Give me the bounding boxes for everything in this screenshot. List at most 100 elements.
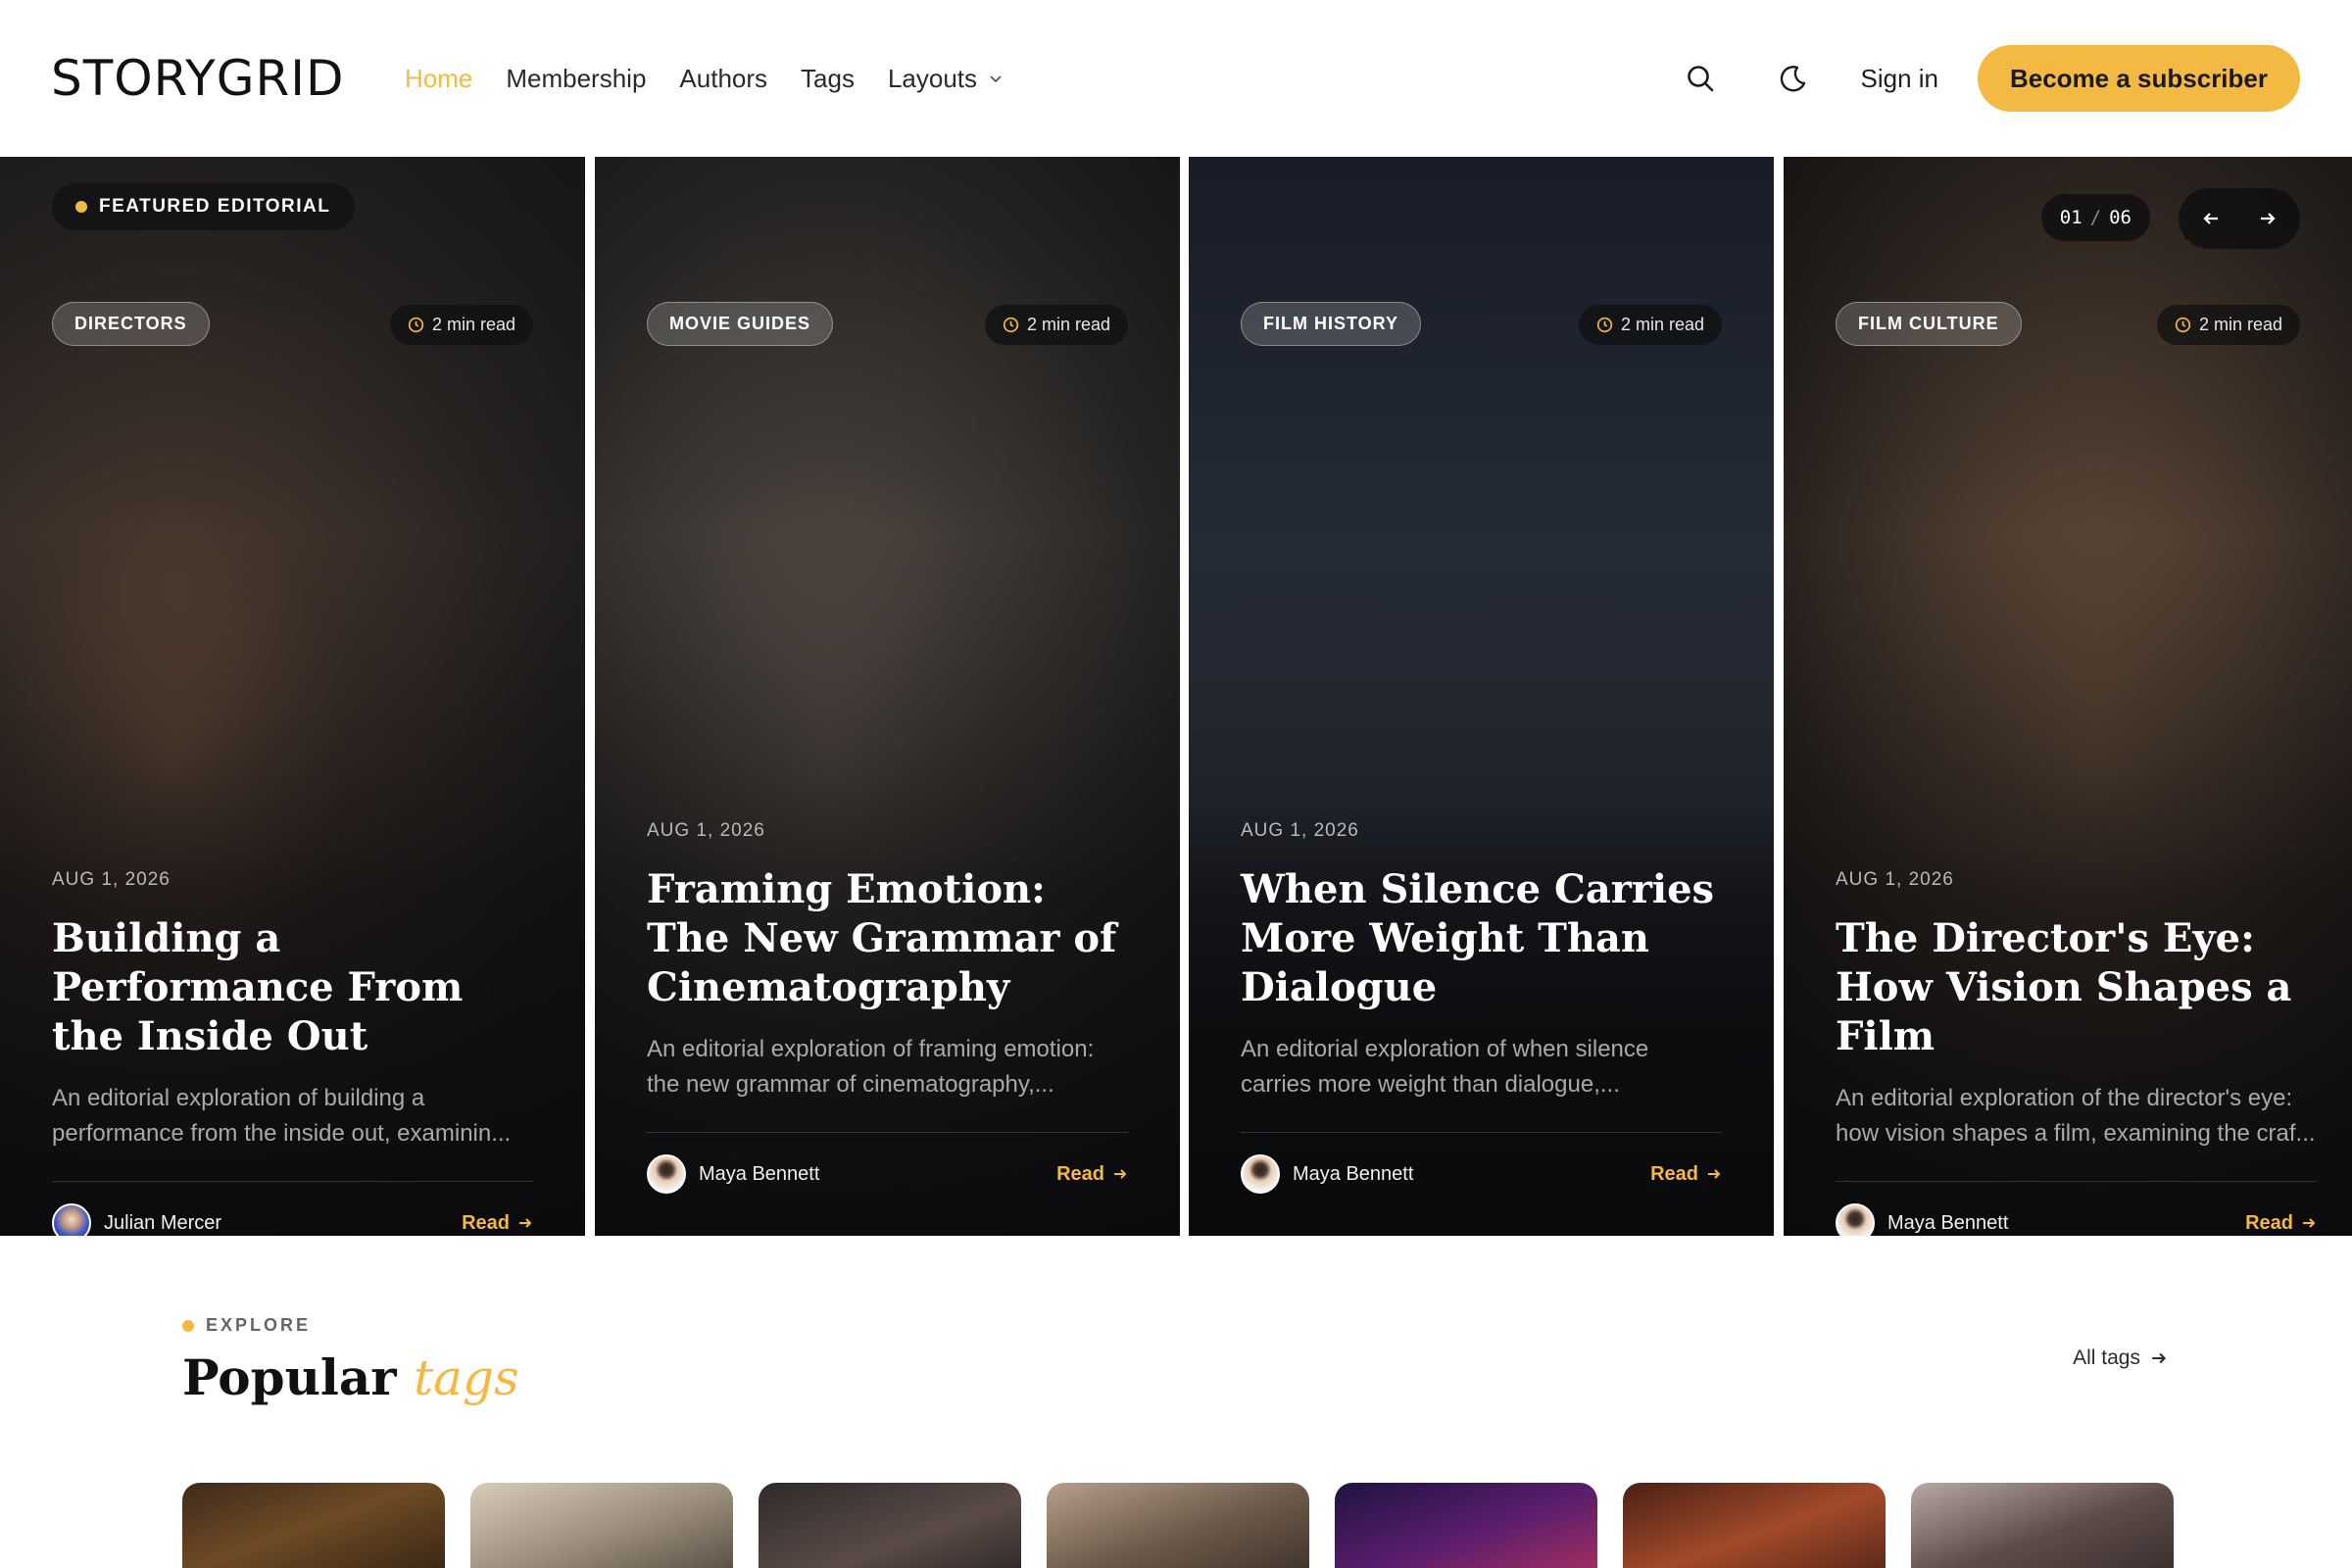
avatar: [1836, 1203, 1875, 1236]
carousel-next-button[interactable]: [2242, 193, 2293, 244]
article-card[interactable]: MOVIE GUIDES 2 min read AUG 1, 2026 Fram…: [595, 157, 1180, 1236]
card-excerpt: An editorial exploration of building a p…: [52, 1085, 512, 1147]
card-title[interactable]: Framing Emotion: The New Grammar of Cine…: [647, 865, 1128, 1012]
tag-card[interactable]: [1911, 1483, 2174, 1568]
card-date: AUG 1, 2026: [1836, 869, 1954, 890]
section-title-main: Popular: [182, 1348, 397, 1406]
nav-layouts-label: Layouts: [887, 64, 978, 93]
card-byline: Maya Bennett Read: [1836, 1201, 2317, 1236]
nav-layouts[interactable]: Layouts: [888, 61, 1003, 96]
read-time-label: 2 min read: [1026, 315, 1110, 334]
read-link-label: Read: [1056, 1162, 1104, 1185]
dot-icon: [182, 1319, 194, 1332]
featured-badge-label: FEATURED EDITORIAL: [99, 196, 331, 217]
card-title[interactable]: When Silence Carries More Weight Than Di…: [1241, 865, 1722, 1012]
author[interactable]: Maya Bennett: [647, 1154, 819, 1194]
dot-icon: [75, 201, 87, 213]
nav-tags[interactable]: Tags: [801, 61, 855, 96]
search-button[interactable]: [1677, 55, 1724, 102]
category-chip[interactable]: DIRECTORS: [52, 302, 210, 346]
article-card[interactable]: FEATURED EDITORIAL DIRECTORS 2 min read …: [0, 157, 585, 1236]
nav-home[interactable]: Home: [405, 61, 472, 96]
arrow-right-icon: [2152, 1352, 2167, 1364]
featured-badge: FEATURED EDITORIAL: [52, 183, 356, 230]
read-link[interactable]: Read: [1056, 1163, 1128, 1186]
search-icon: [1688, 66, 1714, 92]
slide-total: 06: [2109, 207, 2132, 228]
read-time-label: 2 min read: [1620, 315, 1704, 334]
card-title[interactable]: The Director's Eye: How Vision Shapes a …: [1836, 914, 2317, 1061]
divider: [647, 1132, 1128, 1133]
avatar: [1241, 1154, 1280, 1194]
main-nav: Home Membership Authors Tags Layouts: [405, 61, 1003, 96]
moon-icon: [1781, 66, 1806, 92]
author-name: Maya Bennett: [699, 1162, 820, 1185]
card-body: AUG 1, 2026 When Silence Carries More We…: [1241, 820, 1722, 1196]
slide-current: 01: [2059, 207, 2082, 228]
category-chip[interactable]: FILM CULTURE: [1836, 302, 2022, 346]
arrow-left-icon: [2203, 213, 2218, 224]
card-body: AUG 1, 2026 The Director's Eye: How Visi…: [1836, 869, 2317, 1236]
subscribe-button[interactable]: Become a subscriber: [1977, 45, 2300, 112]
slide-counter: 01 / 06: [2040, 194, 2150, 241]
read-link[interactable]: Read: [2245, 1212, 2317, 1235]
featured-carousel: FEATURED EDITORIAL DIRECTORS 2 min read …: [0, 157, 2352, 1236]
divider: [52, 1181, 533, 1182]
nav-membership[interactable]: Membership: [506, 61, 646, 96]
site-logo[interactable]: STORYGRID: [51, 51, 344, 106]
card-excerpt: An editorial exploration of framing emot…: [647, 1036, 1095, 1098]
author-name: Maya Bennett: [1293, 1162, 1414, 1185]
tag-card[interactable]: [1047, 1483, 1309, 1568]
article-card[interactable]: FILM HISTORY 2 min read AUG 1, 2026 When…: [1189, 157, 1774, 1236]
author[interactable]: Julian Mercer: [52, 1203, 221, 1236]
read-link[interactable]: Read: [1650, 1163, 1722, 1186]
category-chip[interactable]: MOVIE GUIDES: [647, 302, 834, 346]
slide-separator: /: [2089, 207, 2102, 228]
tag-grid: [182, 1483, 2174, 1568]
avatar: [52, 1203, 91, 1236]
tag-card[interactable]: [470, 1483, 733, 1568]
section-title-accent: tags: [414, 1349, 519, 1406]
tag-card[interactable]: [1623, 1483, 1886, 1568]
clock-icon: [1003, 317, 1019, 333]
clock-icon: [1596, 317, 1613, 333]
read-time-chip: 2 min read: [1578, 305, 1722, 345]
clock-icon: [2175, 317, 2191, 333]
header-actions: Sign in Become a subscriber: [1677, 45, 2300, 112]
card-byline: Maya Bennett Read: [647, 1152, 1128, 1196]
card-byline: Maya Bennett Read: [1241, 1152, 1722, 1196]
arrow-right-icon: [2261, 213, 2276, 224]
site-header: STORYGRID Home Membership Authors Tags L…: [0, 0, 2352, 157]
tag-card[interactable]: [1335, 1483, 1597, 1568]
author-name: Maya Bennett: [1887, 1211, 2009, 1234]
author[interactable]: Maya Bennett: [1241, 1154, 1413, 1194]
read-time-label: 2 min read: [2198, 315, 2282, 334]
card-title[interactable]: Building a Performance From the Inside O…: [52, 914, 533, 1061]
carousel-arrows: [2179, 188, 2300, 249]
tag-card[interactable]: [759, 1483, 1021, 1568]
card-excerpt: An editorial exploration of when silence…: [1241, 1036, 1649, 1098]
divider: [1836, 1181, 2317, 1182]
all-tags-link[interactable]: All tags: [2073, 1347, 2168, 1370]
tag-card[interactable]: [182, 1483, 445, 1568]
card-byline: Julian Mercer Read: [52, 1201, 533, 1236]
carousel-prev-button[interactable]: [2185, 193, 2236, 244]
signin-link[interactable]: Sign in: [1860, 64, 1938, 94]
avatar: [647, 1154, 686, 1194]
card-date: AUG 1, 2026: [52, 869, 171, 890]
article-card[interactable]: 01 / 06 FILM CULTURE 2 min read AUG 1, 2…: [1784, 157, 2352, 1236]
author-name: Julian Mercer: [104, 1211, 222, 1234]
eyebrow-label: EXPLORE: [206, 1315, 312, 1335]
card-excerpt: An editorial exploration of the director…: [1836, 1085, 2316, 1147]
theme-toggle-button[interactable]: [1769, 55, 1816, 102]
chevron-down-icon: [990, 75, 1002, 83]
divider: [1241, 1132, 1722, 1133]
author[interactable]: Maya Bennett: [1836, 1203, 2008, 1236]
category-chip[interactable]: FILM HISTORY: [1241, 302, 1421, 346]
read-link-label: Read: [1650, 1162, 1698, 1185]
read-time-chip: 2 min read: [389, 305, 533, 345]
read-time-chip: 2 min read: [984, 305, 1128, 345]
read-link[interactable]: Read: [462, 1212, 533, 1235]
arrow-right-icon: [1114, 1169, 1127, 1179]
nav-authors[interactable]: Authors: [679, 61, 767, 96]
